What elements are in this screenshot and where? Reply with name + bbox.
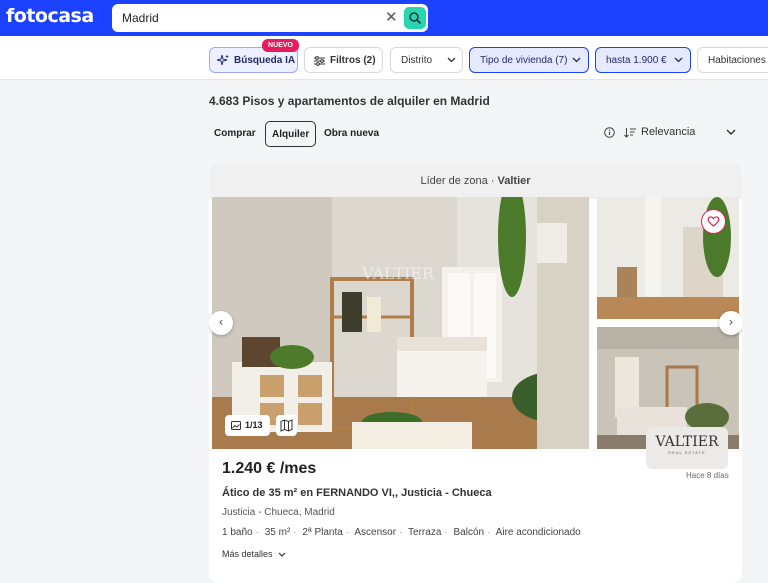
- search-input[interactable]: Madrid: [122, 11, 159, 25]
- agency-logo-sub: REAL ESTATE: [668, 450, 706, 455]
- feature-item: 35 m²: [264, 527, 291, 538]
- new-badge: NUEVO: [262, 39, 299, 52]
- rooms-label: Habitaciones: [708, 55, 766, 66]
- next-photo-button[interactable]: ›: [719, 311, 742, 335]
- prev-photo-button[interactable]: ‹: [209, 311, 233, 335]
- photo-counter[interactable]: 1/13: [225, 415, 270, 436]
- district-label: Distrito: [401, 55, 433, 66]
- listing-price: 1.240 € /mes: [222, 460, 317, 477]
- feature-item: Ascensor: [354, 527, 397, 538]
- chevron-down-icon: [572, 57, 581, 63]
- search-bar[interactable]: Madrid ✕: [112, 4, 428, 32]
- listing-location: Justicia - Chueca, Madrid: [222, 507, 335, 518]
- feature-item: Balcón: [453, 527, 485, 538]
- chevron-down-icon: [278, 552, 286, 557]
- zone-leader-agency: Valtier: [497, 175, 531, 187]
- feature-item: Terraza: [408, 527, 442, 538]
- map-button[interactable]: [276, 415, 297, 436]
- sort-icon: [624, 128, 636, 138]
- max-price-dropdown[interactable]: hasta 1.900 €: [595, 47, 691, 73]
- more-details-button[interactable]: Más detalles: [222, 549, 286, 559]
- sparkle-icon: [217, 54, 229, 66]
- ai-search-label: Búsqueda IA: [234, 55, 296, 66]
- posted-time: Hace 8 días: [686, 471, 729, 480]
- heart-icon: [707, 216, 720, 227]
- chevron-down-icon: [726, 129, 736, 135]
- sliders-icon: [314, 56, 325, 66]
- listing-card[interactable]: Líder de zona · Valtier VALTIER 1/13 ‹ ›…: [209, 163, 742, 583]
- info-icon[interactable]: [604, 127, 615, 138]
- image-icon: [231, 421, 241, 430]
- feature-item: 1 baño: [222, 527, 253, 538]
- feature-item: Aire acondicionado: [495, 527, 581, 538]
- chevron-down-icon: [674, 57, 683, 63]
- results-heading: 4.683 Pisos y apartamentos de alquiler e…: [209, 94, 490, 108]
- top-navbar: fotocasa Madrid ✕: [0, 0, 768, 36]
- photo-counter-text: 1/13: [245, 420, 263, 430]
- filter-bar: Búsqueda IA Filtros (2) Distrito Tipo de…: [0, 36, 768, 80]
- feature-item: 2ª Planta: [302, 527, 343, 538]
- chevron-down-icon: [447, 57, 456, 63]
- fotocasa-logo[interactable]: fotocasa: [6, 5, 94, 27]
- search-icon: [409, 12, 422, 25]
- max-price-label: hasta 1.900 €: [606, 55, 667, 66]
- tab-obra-nueva[interactable]: Obra nueva: [318, 121, 385, 147]
- property-type-dropdown[interactable]: Tipo de vivienda (7): [469, 47, 589, 73]
- rooms-dropdown[interactable]: Habitaciones: [697, 47, 768, 73]
- room-illustration: VALTIER: [212, 197, 589, 449]
- listing-features: 1 baño · 35 m² · 2ª Planta · Ascensor · Terr…: [222, 527, 581, 538]
- agency-logo[interactable]: VALTIER REAL ESTATE: [646, 427, 728, 469]
- map-icon: [280, 419, 293, 432]
- zone-leader-banner: Líder de zona · Valtier: [209, 163, 742, 199]
- favorite-button[interactable]: [701, 209, 726, 234]
- more-details-label: Más detalles: [222, 549, 273, 559]
- zone-leader-prefix: Líder de zona ·: [420, 175, 498, 187]
- listing-title[interactable]: Ático de 35 m² en FERNANDO VI,, Justicia…: [222, 487, 492, 499]
- property-type-label: Tipo de vivienda (7): [480, 55, 568, 66]
- district-dropdown[interactable]: Distrito: [390, 47, 463, 73]
- tab-alquiler[interactable]: Alquiler: [265, 121, 317, 147]
- agency-logo-text: VALTIER: [655, 434, 719, 450]
- search-button[interactable]: [404, 7, 426, 29]
- sort-label: Relevancia: [641, 126, 696, 138]
- watermark: VALTIER: [361, 264, 435, 283]
- main-photo[interactable]: VALTIER 1/13: [212, 197, 589, 449]
- filters-button[interactable]: Filtros (2): [304, 47, 383, 73]
- filters-label: Filtros (2): [330, 55, 376, 66]
- tab-comprar[interactable]: Comprar: [208, 121, 262, 147]
- clear-icon[interactable]: ✕: [385, 8, 398, 26]
